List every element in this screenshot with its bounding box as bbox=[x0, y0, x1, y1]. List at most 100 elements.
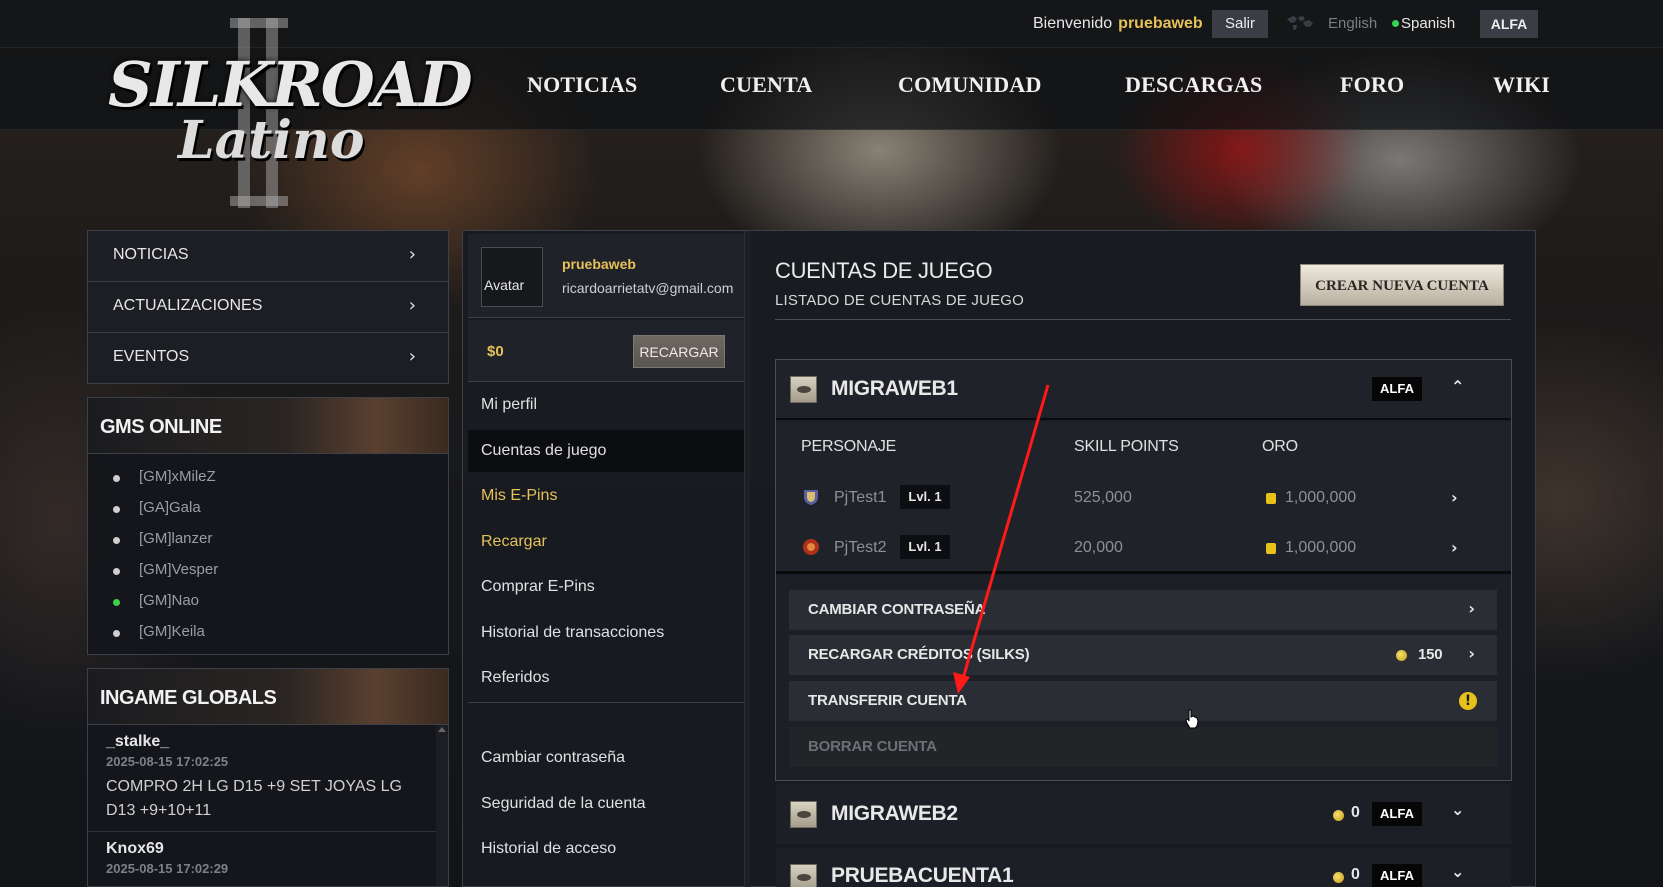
column-header-personaje: PERSONAJE bbox=[801, 438, 897, 455]
ingame-globals-header: INGAME GLOBALS bbox=[88, 669, 448, 725]
account-name: MIGRAWEB1 bbox=[831, 377, 958, 400]
hand-cursor-icon bbox=[1185, 709, 1199, 729]
silk-coin-icon bbox=[1396, 650, 1407, 661]
column-divider bbox=[744, 231, 750, 887]
welcome-text: Bienvenido pruebaweb bbox=[1033, 15, 1203, 32]
side-menu-historial-transacciones[interactable]: Historial de transacciones bbox=[481, 624, 664, 642]
silk-coin-icon bbox=[1333, 810, 1344, 821]
chevron-right-icon: › bbox=[1468, 599, 1475, 618]
gm-list-item: [GM]Vesper bbox=[88, 555, 448, 586]
side-menu-mi-perfil[interactable]: Mi perfil bbox=[481, 396, 537, 414]
side-menu-cambiar-contrasena[interactable]: Cambiar contraseña bbox=[481, 749, 625, 767]
chevron-right-icon: › bbox=[408, 295, 416, 316]
ingame-globals-box: INGAME GLOBALS _stalke_ 2025-08-15 17:02… bbox=[87, 668, 449, 887]
side-menu-seguridad-cuenta[interactable]: Seguridad de la cuenta bbox=[481, 795, 646, 813]
chevron-down-icon[interactable]: ⌄ bbox=[1451, 862, 1464, 881]
server-badge[interactable]: ALFA bbox=[1480, 10, 1538, 38]
chevron-right-icon: › bbox=[408, 346, 416, 367]
character-name[interactable]: PjTest1 bbox=[834, 489, 886, 507]
status-dot-icon bbox=[113, 568, 120, 575]
world-map-icon bbox=[1287, 16, 1313, 30]
scroll-up-icon[interactable] bbox=[438, 727, 446, 732]
nav-cuenta[interactable]: CUENTA bbox=[720, 72, 812, 98]
language-english[interactable]: English bbox=[1328, 15, 1377, 32]
account-icon bbox=[790, 864, 817, 887]
account-icon bbox=[790, 376, 817, 403]
side-menu-divider bbox=[468, 702, 744, 703]
ingame-globals-title: INGAME GLOBALS bbox=[100, 687, 277, 709]
language-spanish[interactable]: Spanish bbox=[1401, 15, 1455, 32]
recharge-button[interactable]: RECARGAR bbox=[633, 335, 725, 368]
globals-scrollbar[interactable] bbox=[436, 725, 448, 886]
create-account-button[interactable]: CREAR NUEVA CUENTA bbox=[1300, 264, 1504, 306]
chevron-right-icon[interactable]: › bbox=[1451, 488, 1458, 507]
side-menu-mis-epins[interactable]: Mis E-Pins bbox=[481, 487, 557, 505]
global-message-item: _stalke_ 2025-08-15 17:02:25 COMPRO 2H L… bbox=[88, 725, 436, 832]
account-credits: 0 bbox=[1351, 804, 1360, 821]
left-news-menu: NOTICIAS › ACTUALIZACIONES › EVENTOS › bbox=[87, 230, 449, 384]
left-menu-actualizaciones[interactable]: ACTUALIZACIONES › bbox=[88, 282, 448, 333]
chevron-down-icon[interactable]: ⌄ bbox=[1451, 800, 1464, 819]
column-header-oro: ORO bbox=[1262, 438, 1298, 455]
title-divider bbox=[775, 319, 1511, 320]
side-menu-recargar[interactable]: Recargar bbox=[481, 533, 547, 551]
character-level-badge: Lvl. 1 bbox=[900, 485, 950, 509]
status-dot-icon bbox=[113, 506, 120, 513]
balance-amount: $0 bbox=[487, 343, 504, 360]
site-logo[interactable]: SILKROAD Latino bbox=[100, 18, 473, 208]
left-menu-eventos[interactable]: EVENTOS › bbox=[88, 333, 448, 384]
server-tag: ALFA bbox=[1372, 864, 1422, 887]
chevron-up-icon[interactable]: ⌃ bbox=[1451, 377, 1464, 396]
account-icon bbox=[790, 801, 817, 828]
logout-button[interactable]: Salir bbox=[1212, 10, 1268, 38]
gm-list-item: [GA]Gala bbox=[88, 493, 448, 524]
logo-text-latino: Latino bbox=[178, 110, 365, 171]
nav-noticias[interactable]: NOTICIAS bbox=[527, 72, 637, 98]
server-tag: ALFA bbox=[1372, 377, 1422, 401]
online-dot-icon bbox=[113, 599, 120, 606]
side-menu-cuentas-de-juego[interactable]: Cuentas de juego bbox=[481, 442, 606, 460]
page-title: CUENTAS DE JUEGO bbox=[775, 258, 993, 283]
side-menu-comprar-epins[interactable]: Comprar E-Pins bbox=[481, 578, 595, 596]
status-dot-icon bbox=[113, 630, 120, 637]
global-message-item: Knox69 2025-08-15 17:02:29 bbox=[106, 840, 229, 876]
account-credits: 0 bbox=[1351, 866, 1360, 883]
nav-foro[interactable]: FORO bbox=[1340, 72, 1404, 98]
chevron-right-icon[interactable]: › bbox=[1451, 538, 1458, 557]
server-tag: ALFA bbox=[1372, 802, 1422, 826]
nav-descargas[interactable]: DESCARGAS bbox=[1125, 72, 1263, 98]
welcome-username: pruebaweb bbox=[1118, 15, 1203, 32]
gm-list-item: [GM]Keila bbox=[88, 617, 448, 648]
transfer-account-action[interactable]: TRANSFERIR CUENTA ! bbox=[789, 681, 1497, 721]
gm-list-item: [GM]lanzer bbox=[88, 524, 448, 555]
warning-icon: ! bbox=[1459, 692, 1477, 710]
gms-online-box: GMS ONLINE [GM]xMileZ [GA]Gala [GM]lanze… bbox=[87, 397, 449, 655]
gold-icon bbox=[1266, 543, 1276, 554]
side-menu-referidos[interactable]: Referidos bbox=[481, 669, 549, 687]
avatar[interactable]: Avatar bbox=[481, 247, 543, 307]
account-name: PRUEBACUENTA1 bbox=[831, 864, 1014, 887]
character-name[interactable]: PjTest2 bbox=[834, 539, 886, 557]
gm-list-item: [GM]xMileZ bbox=[88, 462, 448, 493]
left-menu-noticias[interactable]: NOTICIAS › bbox=[88, 231, 448, 282]
status-dot-icon bbox=[113, 475, 120, 482]
gms-online-header: GMS ONLINE bbox=[88, 398, 448, 454]
side-menu-historial-acceso[interactable]: Historial de acceso bbox=[481, 840, 616, 858]
change-password-action[interactable]: CAMBIAR CONTRASEÑA › bbox=[789, 590, 1497, 630]
gms-online-title: GMS ONLINE bbox=[100, 416, 222, 438]
active-language-dot bbox=[1392, 20, 1399, 27]
recharge-credits-action[interactable]: RECARGAR CRÉDITOS (SILKS) 150 › bbox=[789, 635, 1497, 675]
status-dot-icon bbox=[113, 537, 120, 544]
character-level-badge: Lvl. 1 bbox=[900, 535, 950, 559]
character-skill-points: 525,000 bbox=[1074, 489, 1132, 506]
delete-account-action: BORRAR CUENTA bbox=[789, 727, 1497, 767]
silk-coin-icon bbox=[1333, 872, 1344, 883]
chevron-right-icon: › bbox=[408, 244, 416, 265]
nav-comunidad[interactable]: COMUNIDAD bbox=[898, 72, 1042, 98]
chevron-right-icon: › bbox=[1468, 644, 1475, 663]
nav-wiki[interactable]: WIKI bbox=[1493, 72, 1550, 98]
column-header-skill-points: SKILL POINTS bbox=[1074, 438, 1179, 455]
profile-username: pruebaweb bbox=[562, 256, 636, 272]
profile-email: ricardoarrietatv@gmail.com bbox=[562, 280, 734, 296]
character-gold: 1,000,000 bbox=[1285, 489, 1357, 506]
